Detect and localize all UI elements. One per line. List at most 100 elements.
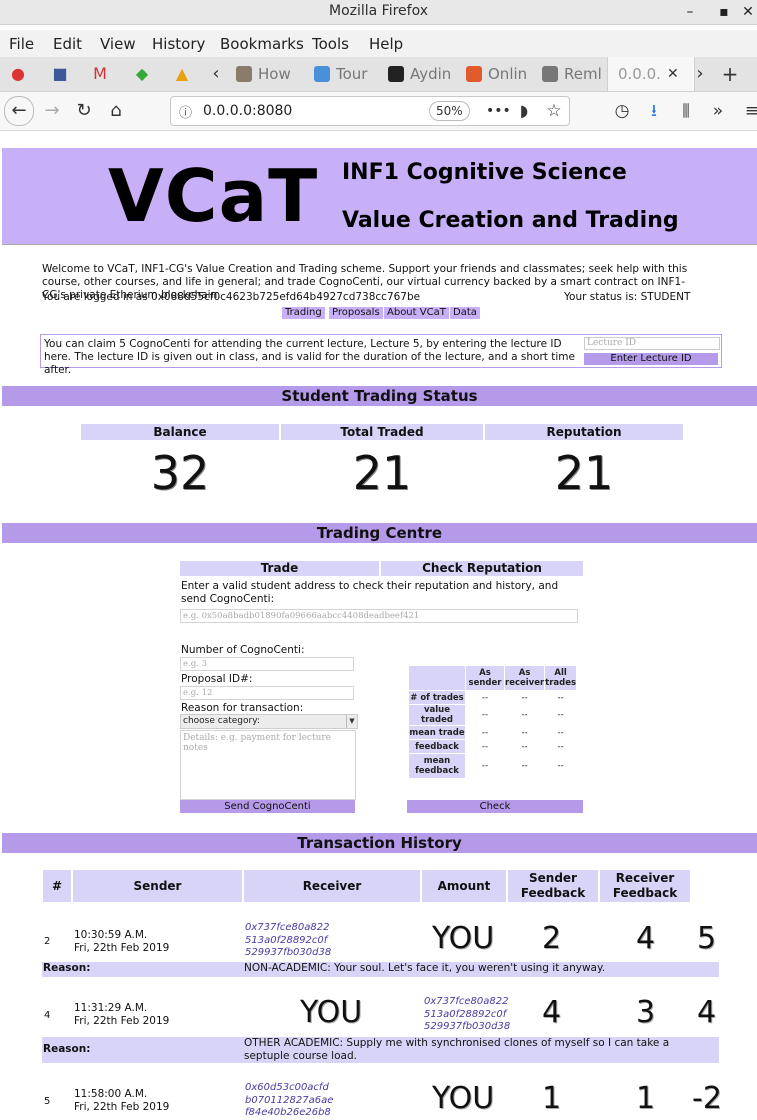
facebook-tab-icon[interactable]: ■ — [48, 62, 72, 86]
tx-reason: Reason: OTHER ACADEMIC: Supply me with s… — [42, 1037, 719, 1063]
menu-history[interactable]: History — [152, 35, 205, 53]
tab-current[interactable]: 0.0.0. ✕ — [607, 57, 695, 91]
tab-how[interactable]: How — [236, 57, 291, 91]
tab-favicon — [466, 66, 482, 82]
back-icon[interactable]: ← — [4, 96, 34, 126]
tab-label: Reml — [564, 65, 602, 83]
page-actions-icon[interactable]: ••• — [486, 99, 511, 123]
bookmark-star-icon[interactable]: ☆ — [542, 99, 566, 123]
tab-aydin[interactable]: Aydin — [388, 57, 451, 91]
menu-help[interactable]: Help — [369, 35, 403, 53]
reason-text: OTHER ACADEMIC: Supply me with synchroni… — [244, 1037, 670, 1062]
tab-remix[interactable]: Reml — [542, 57, 602, 91]
forward-icon[interactable]: → — [40, 99, 64, 123]
tab-label: Tour — [336, 65, 368, 83]
nav-link-trading[interactable]: Trading — [282, 307, 325, 319]
nav-link-proposals[interactable]: Proposals — [329, 307, 383, 319]
details-textarea[interactable]: Details: e.g. payment for lecture notes — [180, 730, 356, 800]
table-cell: -- — [557, 710, 564, 720]
new-tab-icon[interactable]: + — [718, 62, 742, 86]
check-button[interactable]: Check — [407, 800, 583, 813]
tab-trade[interactable]: Trade — [180, 561, 379, 576]
tx-you-label: YOU — [432, 1081, 495, 1116]
category-select[interactable]: choose category: ▼ — [180, 714, 358, 729]
table-cell: -- — [557, 761, 564, 771]
table-row: feedback -- -- -- — [409, 740, 576, 753]
library-icon[interactable]: ⫼ — [674, 99, 698, 123]
tab-scroll-left-icon[interactable]: ‹ — [204, 62, 228, 86]
address-line: 0x737fce80a822 — [424, 996, 509, 1007]
pocket-tab-icon[interactable]: ● — [6, 62, 30, 86]
proposal-id-input[interactable]: e.g. 12 — [180, 686, 354, 700]
tx-number: 5 — [44, 1096, 51, 1107]
home-icon[interactable]: ⌂ — [104, 99, 128, 123]
hamburger-menu-icon[interactable]: ≡ — [740, 99, 757, 123]
student-address-input[interactable]: e.g. 0x50a8badb01890fa09666aabcc4408dead… — [180, 609, 578, 623]
navigation-bar: ← → ↻ ⌂ ⓘ 0.0.0.0:8080 50% ••• ◗ ☆ ◷ ⭳ ⫼… — [0, 92, 757, 131]
address-line: f84e40b26e26b8 — [245, 1107, 331, 1118]
site-subtitle-course: INF1 Cognitive Science — [342, 160, 627, 185]
tx-you-label: YOU — [300, 995, 363, 1030]
address-line: 0x60d53c00acfd — [245, 1082, 329, 1093]
lecture-id-input[interactable]: Lecture ID — [584, 337, 720, 350]
window-titlebar: Mozilla Firefox – ▪ ✕ — [0, 0, 757, 25]
site-subtitle-scheme: Value Creation and Trading — [342, 208, 679, 233]
total-traded-header: Total Traded — [281, 424, 483, 440]
tab-scroll-right-icon[interactable]: › — [688, 62, 712, 86]
menu-bookmarks[interactable]: Bookmarks — [220, 35, 304, 53]
send-cognocenti-button[interactable]: Send CognoCenti — [180, 800, 355, 813]
tx-date: Fri, 22th Feb 2019 — [74, 942, 170, 954]
tab-check-reputation[interactable]: Check Reputation — [381, 561, 583, 576]
reputation-table: As sender As receiver All trades # of tr… — [408, 665, 577, 779]
table-cell: -- — [521, 761, 528, 771]
tx-receiver-address[interactable]: 0x737fce80a822 513a0f28892c0f 529937fb03… — [245, 922, 331, 960]
close-tab-icon[interactable]: ✕ — [667, 66, 679, 82]
nav-link-data[interactable]: Data — [450, 307, 480, 319]
lecture-claim-text: You can claim 5 CognoCenti for attending… — [44, 338, 575, 376]
col-as-sender: As sender — [466, 666, 504, 690]
tab-favicon — [314, 66, 330, 82]
table-row: mean feedback -- -- -- — [409, 754, 576, 778]
address-line: 529937fb030d38 — [424, 1021, 511, 1032]
tab-online[interactable]: Onlin — [466, 57, 527, 91]
student-status-heading: Student Trading Status — [2, 386, 757, 406]
tx-you-label: YOU — [432, 921, 495, 956]
history-clock-icon[interactable]: ◷ — [610, 99, 634, 123]
maximize-icon[interactable]: ▪ — [714, 2, 734, 22]
menu-file[interactable]: File — [9, 35, 34, 53]
table-cell: -- — [481, 741, 489, 752]
nav-link-about[interactable]: About VCaT — [384, 307, 449, 319]
pocket-icon[interactable]: ◗ — [512, 99, 536, 123]
tx-amount: 2 — [542, 921, 562, 956]
table-row: mean trade -- -- -- — [409, 726, 576, 739]
menu-edit[interactable]: Edit — [53, 35, 82, 53]
url-text[interactable]: 0.0.0.0:8080 — [203, 103, 292, 119]
download-icon[interactable]: ⭳ — [642, 99, 666, 123]
col-number: # — [43, 870, 71, 902]
tab-label: How — [258, 65, 291, 83]
minimize-icon[interactable]: – — [680, 2, 700, 22]
site-banner: VCaT INF1 Cognitive Science Value Creati… — [2, 148, 757, 245]
menu-view[interactable]: View — [100, 35, 136, 53]
close-icon[interactable]: ✕ — [738, 2, 757, 22]
tx-amount: 1 — [542, 1081, 562, 1116]
tx-timestamp: 11:58:00 A.M. Fri, 22th Feb 2019 — [74, 1088, 169, 1114]
tab-tour[interactable]: Tour — [314, 57, 367, 91]
info-icon[interactable]: ⓘ — [179, 102, 192, 121]
category-select-value: choose category: — [183, 716, 260, 726]
feedly-tab-icon[interactable]: ◆ — [130, 62, 154, 86]
amount-input[interactable]: e.g. 3 — [180, 657, 354, 671]
tx-number: 4 — [44, 1010, 51, 1021]
enter-lecture-id-button[interactable]: Enter Lecture ID — [584, 353, 718, 365]
tx-receiver-address[interactable]: 0x737fce80a822 513a0f28892c0f 529937fb03… — [424, 996, 510, 1034]
address-line: 529937fb030d38 — [245, 947, 332, 958]
logged-in-address: You are logged in as 0x088d55cf0c4623b72… — [42, 291, 421, 303]
reload-icon[interactable]: ↻ — [72, 99, 96, 123]
gmail-tab-icon[interactable]: M — [88, 62, 112, 86]
zoom-level[interactable]: 50% — [429, 101, 470, 121]
tx-time: 11:31:29 A.M. — [74, 1002, 148, 1014]
menu-tools[interactable]: Tools — [312, 35, 349, 53]
tx-sender-address[interactable]: 0x60d53c00acfd b070112827a6ae f84e40b26e… — [245, 1082, 333, 1120]
overflow-menu-icon[interactable]: » — [706, 99, 730, 123]
drive-tab-icon[interactable]: ▲ — [170, 62, 194, 86]
